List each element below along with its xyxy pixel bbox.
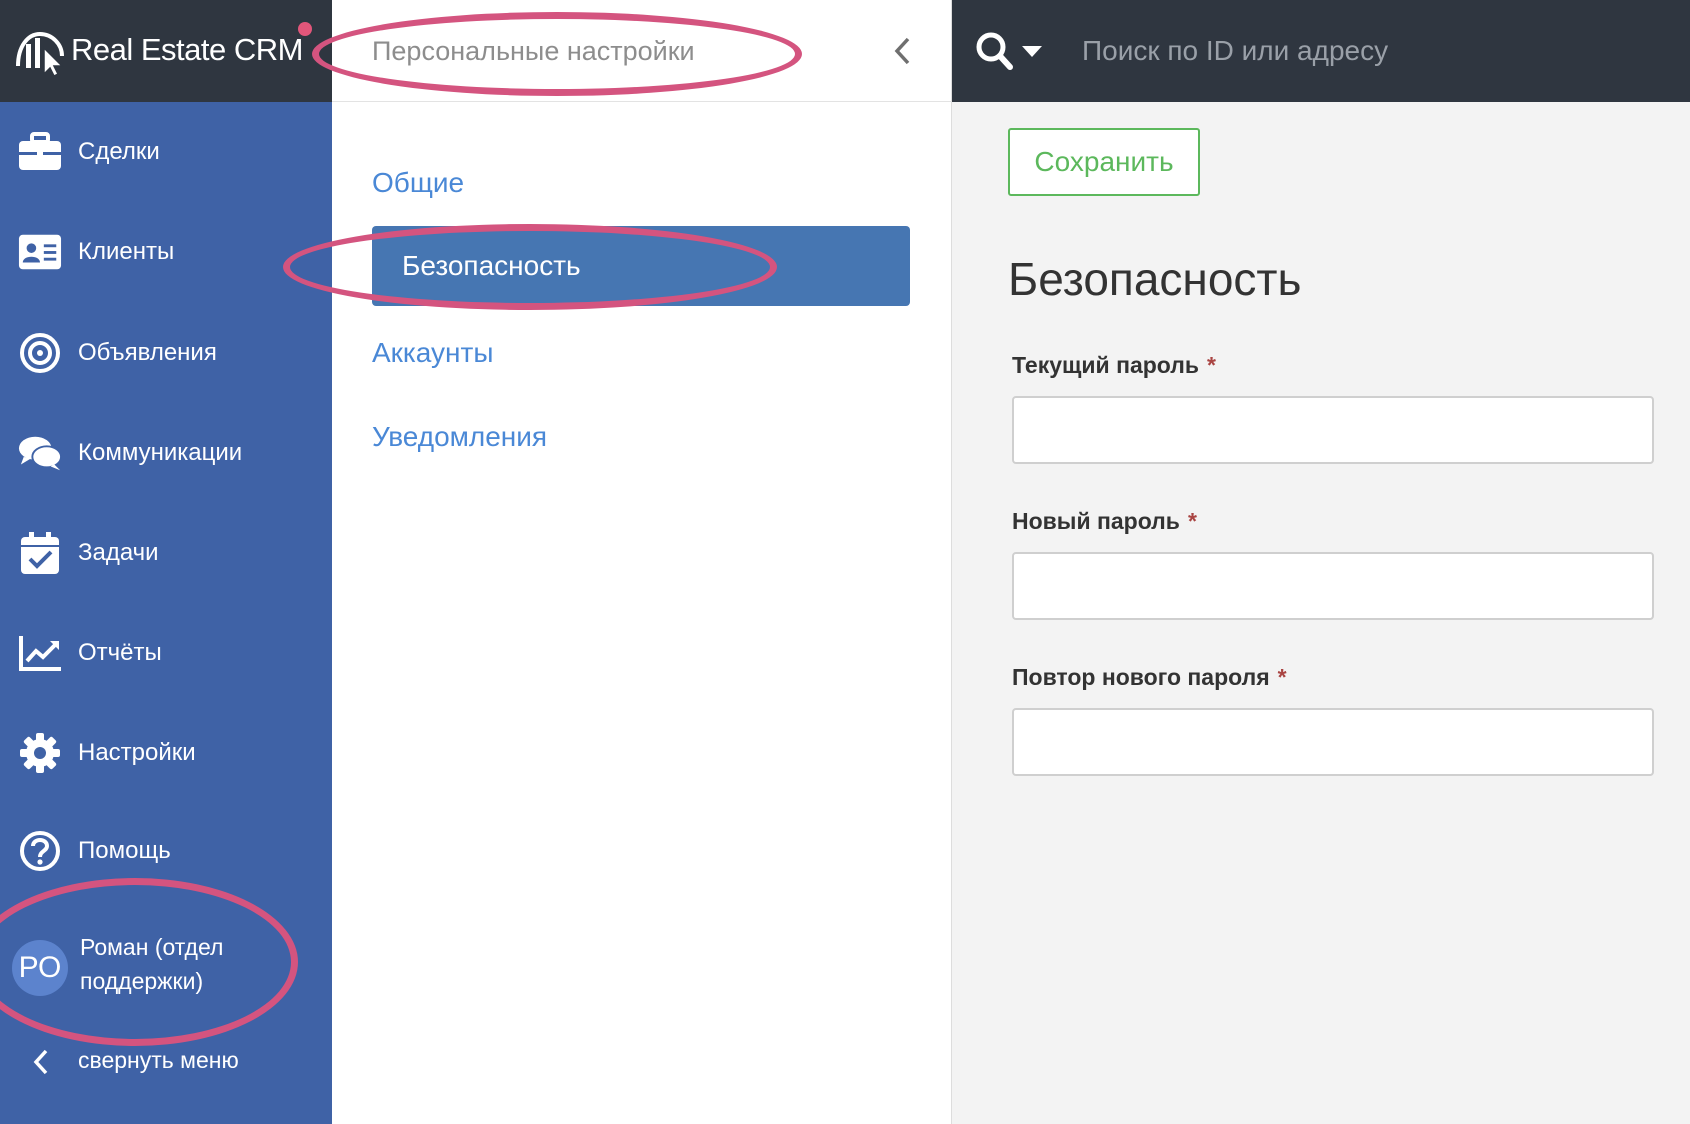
settings-menu-general[interactable]: Общие bbox=[372, 167, 464, 199]
sidebar-item-communications[interactable]: Коммуникации bbox=[0, 418, 332, 488]
current-password-label: Текущий пароль * bbox=[1012, 352, 1216, 379]
sidebar-item-label: Помощь bbox=[78, 837, 171, 864]
briefcase-icon bbox=[18, 130, 62, 174]
sidebar-item-clients[interactable]: Клиенты bbox=[0, 217, 332, 287]
repeat-password-label: Повтор нового пароля * bbox=[1012, 664, 1287, 691]
main-sidebar: Real Estate CRM Сделки Клиенты Объявлени… bbox=[0, 0, 332, 1124]
settings-title: Персональные настройки bbox=[372, 36, 695, 66]
sidebar-item-tasks[interactable]: Задачи bbox=[0, 518, 332, 588]
gear-icon bbox=[18, 731, 62, 775]
avatar: РО bbox=[12, 940, 68, 996]
sidebar-item-label: Отчёты bbox=[78, 639, 162, 666]
chevron-left-icon bbox=[33, 1049, 48, 1075]
required-marker: * bbox=[1277, 664, 1287, 690]
page-title: Безопасность bbox=[1008, 253, 1302, 305]
target-icon bbox=[18, 331, 62, 375]
sidebar-item-label: Объявления bbox=[78, 339, 217, 366]
new-password-field[interactable] bbox=[1012, 552, 1654, 620]
question-circle-icon bbox=[18, 829, 62, 873]
save-button[interactable]: Сохранить bbox=[1008, 128, 1200, 196]
chat-bubbles-icon bbox=[18, 431, 62, 475]
sidebar-item-label: Настройки bbox=[78, 739, 196, 766]
required-marker: * bbox=[1187, 508, 1197, 534]
sidebar-item-label: Клиенты bbox=[78, 238, 175, 265]
sidebar-item-help[interactable]: Помощь bbox=[0, 816, 332, 886]
notification-dot bbox=[298, 22, 312, 36]
settings-nav-panel: Персональные настройки Общие Безопасност… bbox=[332, 0, 952, 1124]
contact-card-icon bbox=[18, 230, 62, 274]
settings-menu-accounts[interactable]: Аккаунты bbox=[372, 337, 493, 369]
collapse-menu-button[interactable]: свернуть меню bbox=[0, 1038, 332, 1086]
brand-bar: Real Estate CRM bbox=[0, 0, 332, 102]
search-icon[interactable] bbox=[974, 30, 1050, 74]
search-bar bbox=[952, 0, 1690, 102]
current-password-field[interactable] bbox=[1012, 396, 1654, 464]
sidebar-item-settings[interactable]: Настройки bbox=[0, 718, 332, 788]
sidebar-item-listings[interactable]: Объявления bbox=[0, 318, 332, 388]
settings-menu-security[interactable]: Безопасность bbox=[372, 226, 910, 306]
sidebar-item-label: Задачи bbox=[78, 539, 159, 566]
required-marker: * bbox=[1207, 352, 1216, 378]
calendar-check-icon bbox=[18, 531, 62, 575]
settings-menu-notifications[interactable]: Уведомления bbox=[372, 421, 547, 453]
collapse-menu-label: свернуть меню bbox=[78, 1047, 239, 1073]
field-label-text: Текущий пароль bbox=[1012, 352, 1200, 378]
sidebar-item-reports[interactable]: Отчёты bbox=[0, 618, 332, 688]
sidebar-item-label: Коммуникации bbox=[78, 439, 243, 466]
field-label-text: Новый пароль bbox=[1012, 508, 1180, 534]
settings-menu-label: Безопасность bbox=[402, 250, 581, 281]
new-password-label: Новый пароль * bbox=[1012, 508, 1197, 535]
field-label-text: Повтор нового пароля bbox=[1012, 664, 1270, 690]
chevron-left-icon[interactable] bbox=[888, 34, 918, 68]
line-chart-icon bbox=[18, 631, 62, 675]
logo-icon[interactable] bbox=[14, 26, 66, 78]
brand-name[interactable]: Real Estate CRM bbox=[71, 32, 303, 68]
repeat-password-field[interactable] bbox=[1012, 708, 1654, 776]
search-input[interactable] bbox=[1082, 26, 1662, 76]
sidebar-item-deals[interactable]: Сделки bbox=[0, 117, 332, 187]
user-profile[interactable]: РО Роман (отдел поддержки) bbox=[12, 930, 312, 1010]
sidebar-item-label: Сделки bbox=[78, 138, 160, 165]
settings-header: Персональные настройки bbox=[332, 0, 952, 102]
user-name: Роман (отдел поддержки) bbox=[80, 934, 224, 994]
